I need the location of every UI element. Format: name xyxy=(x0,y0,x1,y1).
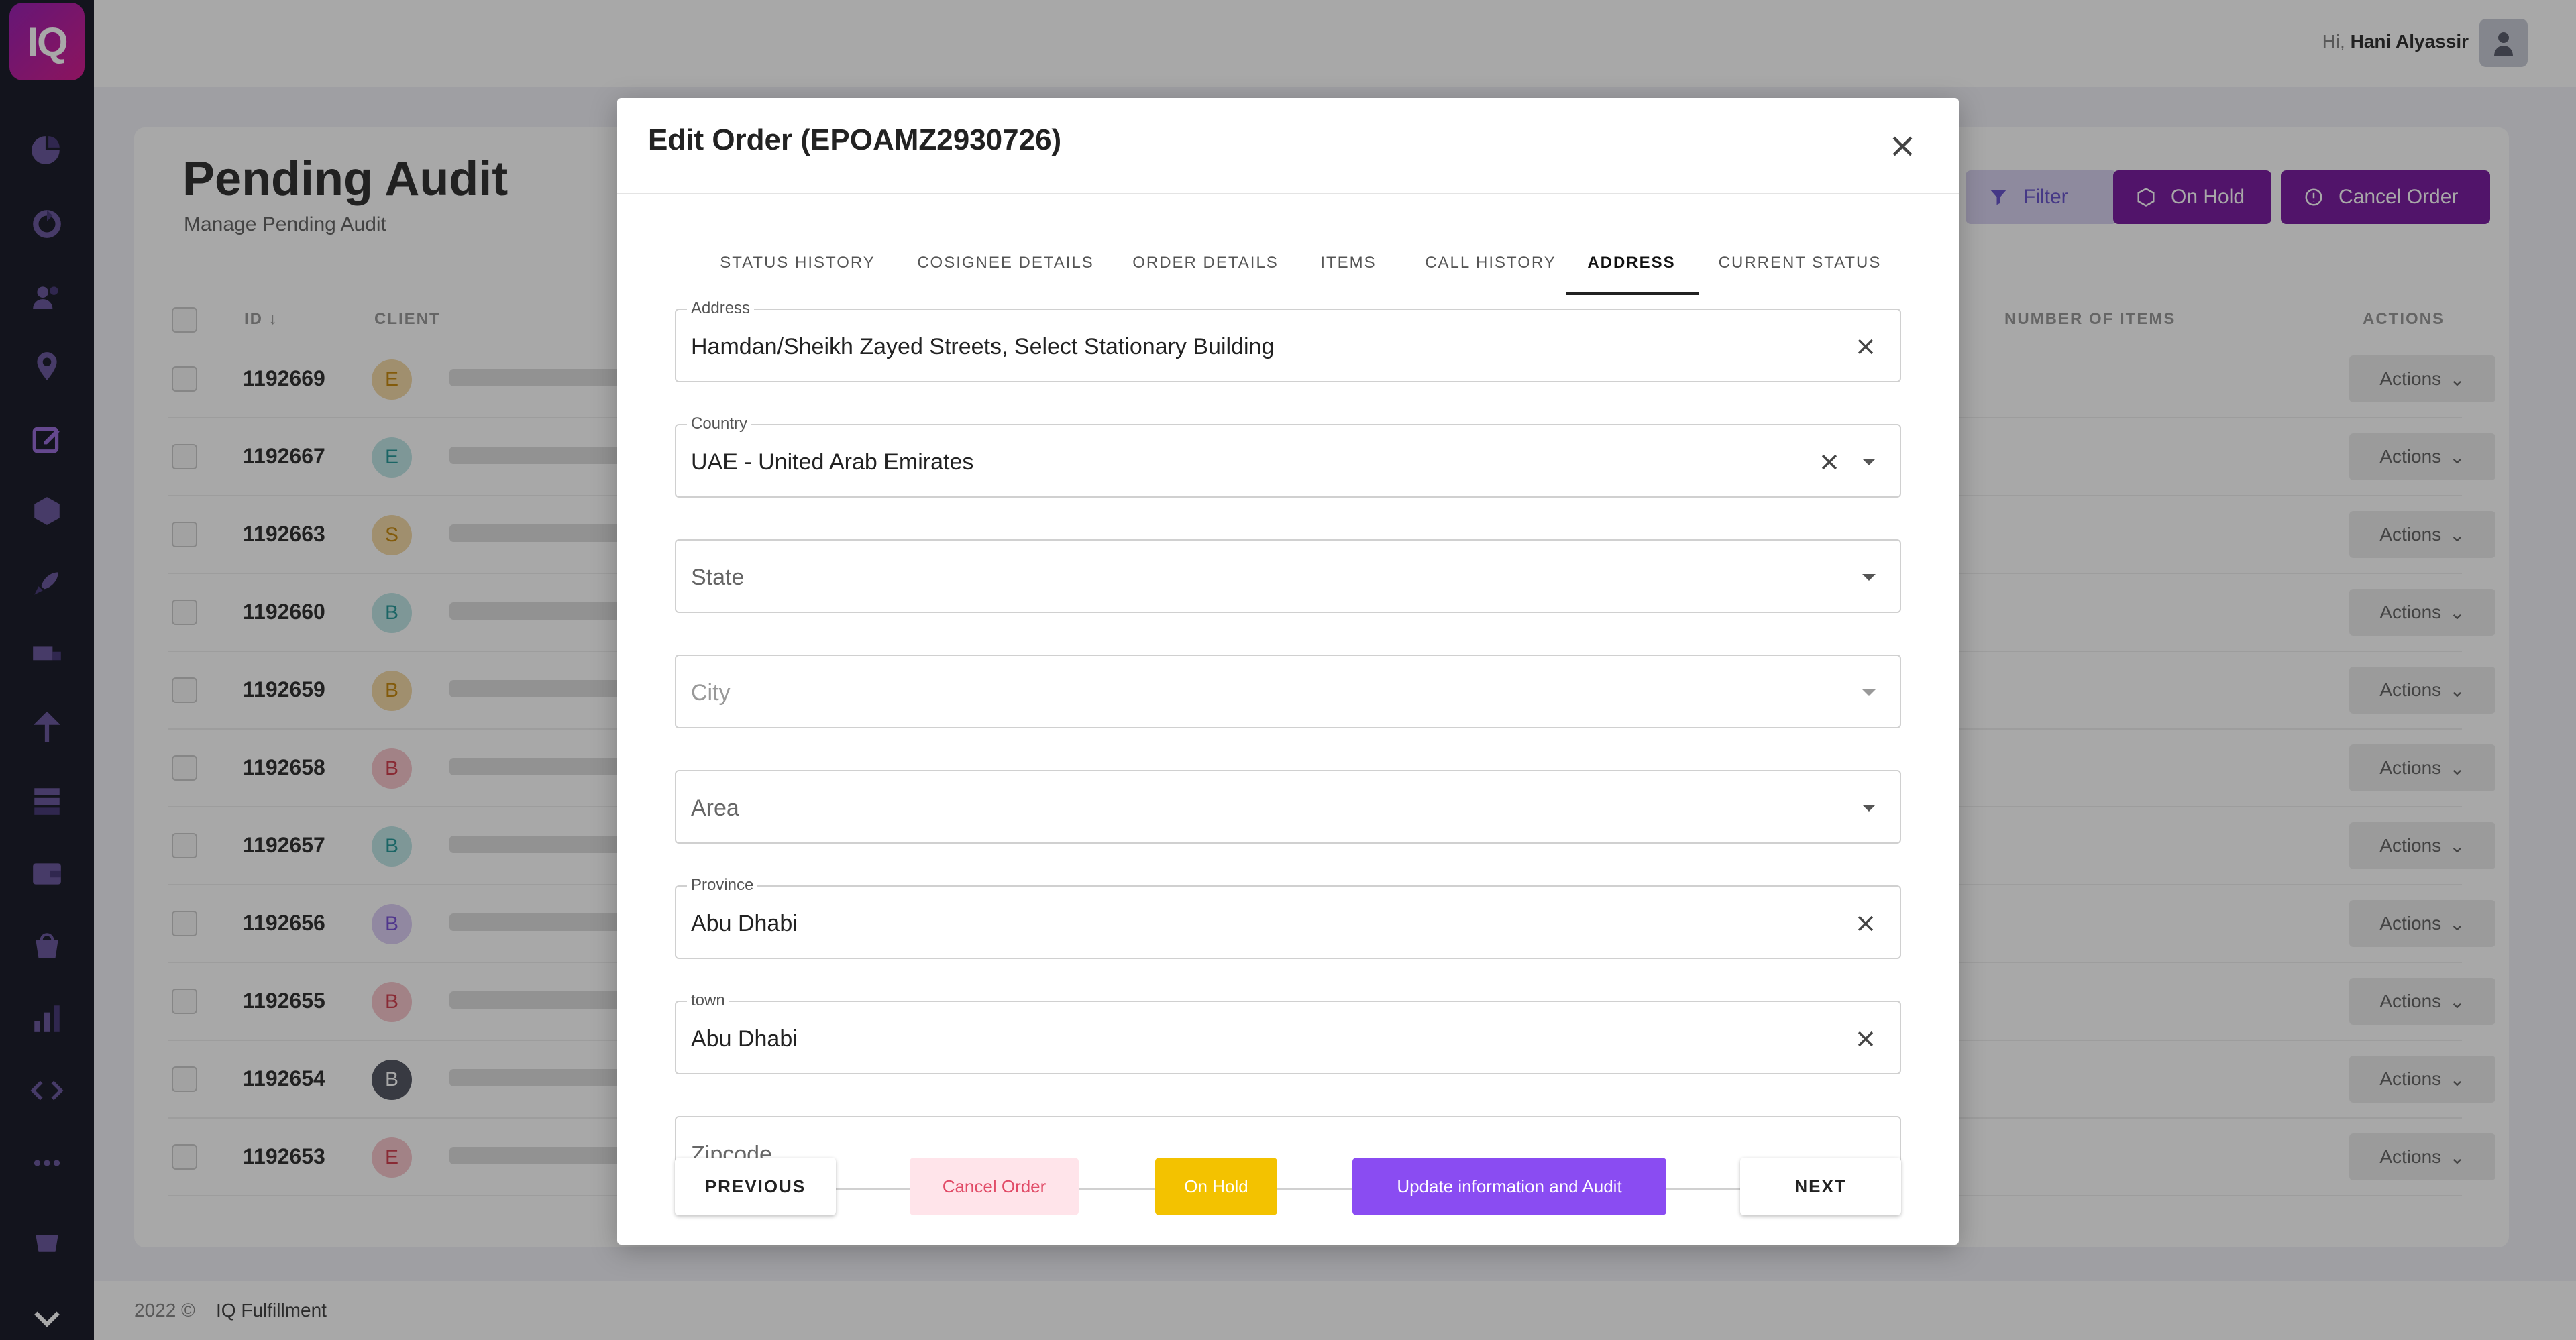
city-placeholder: City xyxy=(691,680,731,706)
clear-address-icon[interactable] xyxy=(1854,335,1877,358)
town-label: town xyxy=(687,991,729,1010)
clear-province-icon[interactable] xyxy=(1854,912,1877,935)
city-dropdown-icon[interactable] xyxy=(1862,689,1876,696)
edit-order-modal: Edit Order (EPOAMZ2930726) STATUS HISTOR… xyxy=(617,98,1959,1245)
country-dropdown-icon[interactable] xyxy=(1862,459,1876,465)
area-select[interactable]: Area xyxy=(675,770,1901,844)
tab-current-status[interactable]: CURRENT STATUS xyxy=(1713,254,1886,272)
update-and-audit-button[interactable]: Update information and Audit xyxy=(1352,1158,1666,1215)
close-icon[interactable] xyxy=(1888,131,1917,161)
previous-button[interactable]: PREVIOUS xyxy=(675,1158,836,1215)
zipcode-field[interactable]: Zipcode xyxy=(675,1116,1901,1190)
address-value[interactable]: Hamdan/Sheikh Zayed Streets, Select Stat… xyxy=(691,334,1274,360)
province-field[interactable]: Province Abu Dhabi xyxy=(675,876,1901,959)
address-label: Address xyxy=(687,299,755,318)
country-value[interactable]: UAE - United Arab Emirates xyxy=(691,449,973,476)
town-value[interactable]: Abu Dhabi xyxy=(691,1026,798,1052)
modal-header-divider xyxy=(617,193,1959,194)
modal-cancel-order-button[interactable]: Cancel Order xyxy=(910,1158,1079,1215)
country-label: Country xyxy=(687,414,752,433)
modal-on-hold-button[interactable]: On Hold xyxy=(1155,1158,1277,1215)
clear-country-icon[interactable] xyxy=(1818,451,1841,473)
city-select[interactable]: City xyxy=(675,655,1901,728)
province-value[interactable]: Abu Dhabi xyxy=(691,911,798,937)
modal-title: Edit Order (EPOAMZ2930726) xyxy=(648,123,1062,156)
tab-address[interactable]: ADDRESS xyxy=(1564,254,1699,272)
address-field[interactable]: Address Hamdan/Sheikh Zayed Streets, Sel… xyxy=(675,299,1901,382)
area-placeholder: Area xyxy=(691,795,739,821)
state-select[interactable]: State xyxy=(675,539,1901,613)
app-root: IQ Hi, Hani Alyassir Pending Audit Manag… xyxy=(0,0,2576,1340)
area-dropdown-icon[interactable] xyxy=(1862,805,1876,812)
tab-call-history[interactable]: CALL HISTORY xyxy=(1403,254,1578,272)
state-placeholder: State xyxy=(691,565,745,590)
state-dropdown-icon[interactable] xyxy=(1862,574,1876,581)
clear-town-icon[interactable] xyxy=(1854,1027,1877,1050)
country-select[interactable]: Country UAE - United Arab Emirates xyxy=(675,414,1901,498)
province-label: Province xyxy=(687,876,758,895)
town-field[interactable]: town Abu Dhabi xyxy=(675,991,1901,1074)
active-tab-indicator xyxy=(1566,292,1699,295)
tab-status-history[interactable]: STATUS HISTORY xyxy=(702,254,894,272)
tab-cosignee-details[interactable]: COSIGNEE DETAILS xyxy=(895,254,1116,272)
tab-items[interactable]: ITEMS xyxy=(1301,254,1395,272)
next-button[interactable]: NEXT xyxy=(1740,1158,1901,1215)
tab-order-details[interactable]: ORDER DETAILS xyxy=(1110,254,1301,272)
